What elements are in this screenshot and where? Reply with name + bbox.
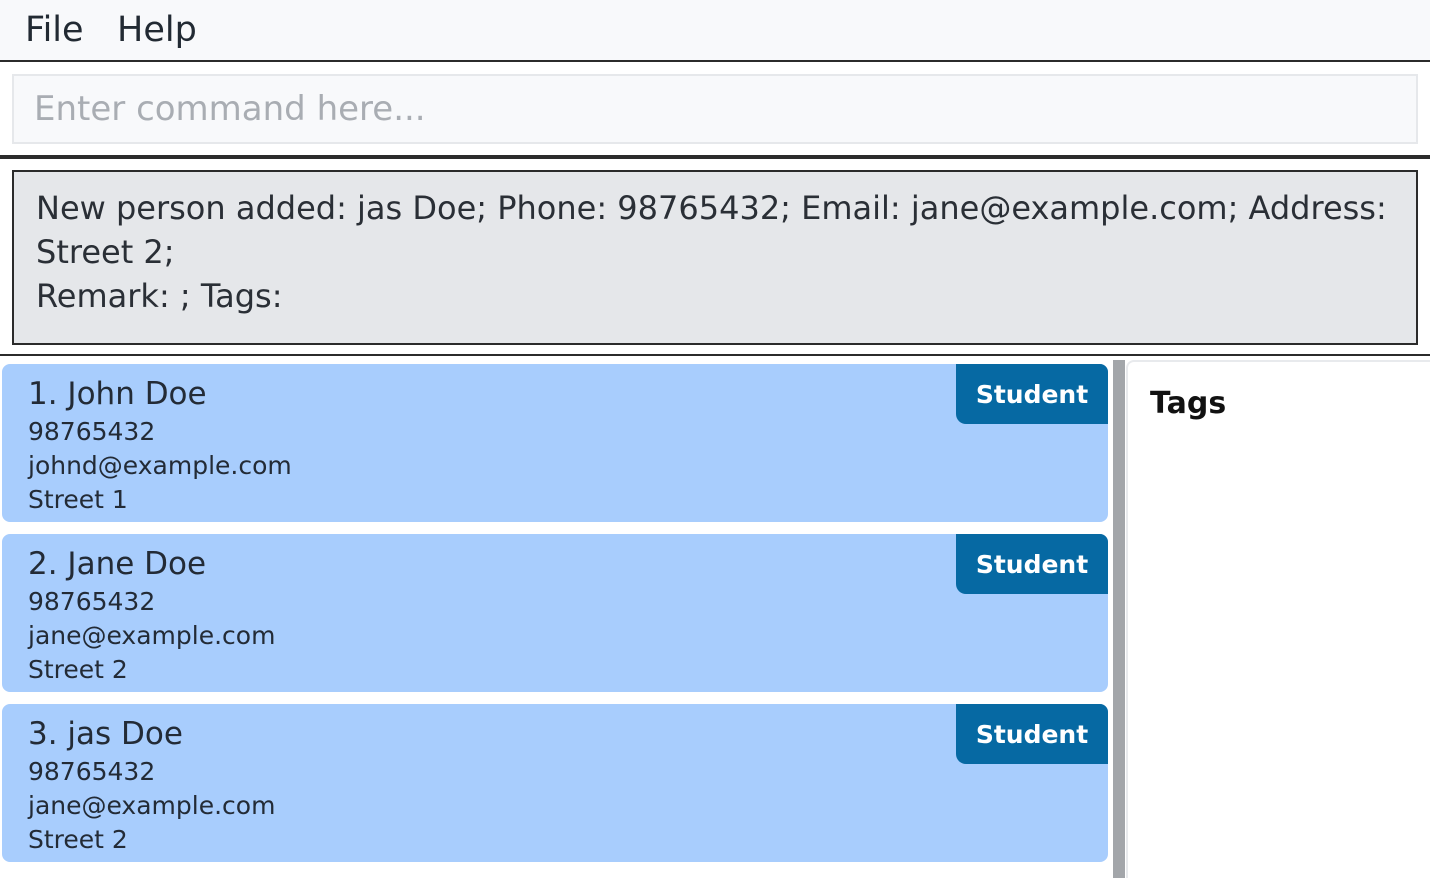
person-phone: 98765432 — [28, 757, 156, 786]
list-scrollbar[interactable] — [1112, 358, 1126, 878]
result-line-1: New person added: jas Doe; Phone: 987654… — [36, 189, 1387, 271]
result-display-panel: New person added: jas Doe; Phone: 987654… — [0, 159, 1430, 356]
person-name: 3. jas Doe — [28, 716, 183, 752]
person-email: jane@example.com — [28, 791, 276, 820]
menu-bar: File Help — [0, 0, 1430, 62]
menu-help[interactable]: Help — [117, 10, 197, 50]
person-email: jane@example.com — [28, 621, 276, 650]
result-line-2: Remark: ; Tags: — [36, 277, 283, 315]
person-list: 1. John Doe 98765432 johnd@example.com S… — [0, 358, 1112, 878]
result-display: New person added: jas Doe; Phone: 987654… — [12, 170, 1418, 345]
person-phone: 98765432 — [28, 417, 156, 446]
person-card[interactable]: 2. Jane Doe 98765432 jane@example.com St… — [0, 532, 1110, 694]
tag-chip: Student — [956, 534, 1108, 594]
tags-panel: Tags — [1126, 360, 1430, 878]
person-card[interactable]: 3. jas Doe 98765432 jane@example.com Str… — [0, 702, 1110, 864]
person-card[interactable]: 1. John Doe 98765432 johnd@example.com S… — [0, 362, 1110, 524]
person-name: 2. Jane Doe — [28, 546, 207, 582]
tag-chip: Student — [956, 364, 1108, 424]
menu-file[interactable]: File — [25, 10, 84, 50]
person-email: johnd@example.com — [28, 451, 292, 480]
person-name: 1. John Doe — [28, 376, 207, 412]
command-box — [0, 64, 1430, 156]
scrollbar-thumb[interactable] — [1113, 360, 1125, 878]
command-input[interactable] — [12, 74, 1418, 144]
person-phone: 98765432 — [28, 587, 156, 616]
tag-chip: Student — [956, 704, 1108, 764]
person-address: Street 1 — [28, 485, 128, 514]
person-address: Street 2 — [28, 655, 128, 684]
person-address: Street 2 — [28, 825, 128, 854]
tags-panel-title: Tags — [1150, 386, 1227, 421]
